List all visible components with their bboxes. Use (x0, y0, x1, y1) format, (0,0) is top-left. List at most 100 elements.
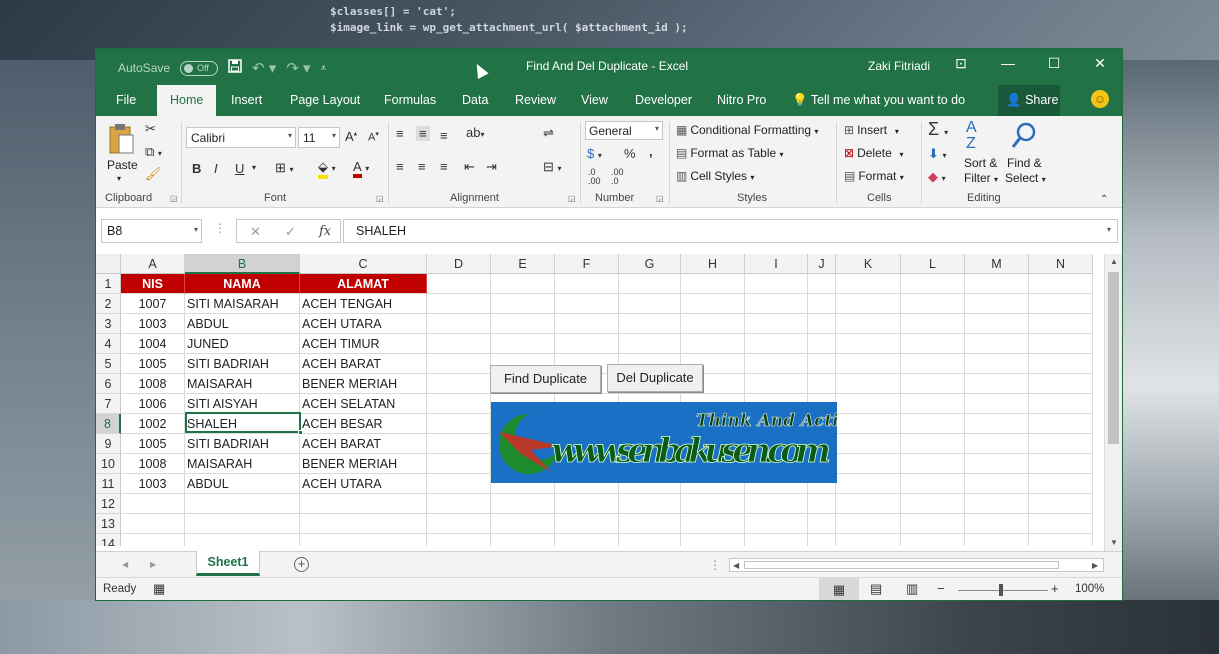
column-header-b[interactable]: B (185, 254, 300, 274)
cell-k11[interactable] (836, 474, 901, 494)
table-cell[interactable]: ACEH UTARA (300, 314, 427, 334)
column-header-n[interactable]: N (1029, 254, 1093, 274)
minimize-icon[interactable]: — (993, 55, 1023, 71)
cell-d5[interactable] (427, 354, 491, 374)
decrease-indent-icon[interactable]: ⇤ (464, 159, 475, 175)
formula-input[interactable]: SHALEH ▾ (343, 219, 1118, 243)
tab-review[interactable]: Review (515, 93, 556, 107)
table-cell[interactable]: SITI BADRIAH (185, 354, 300, 374)
zoom-slider-knob[interactable] (999, 584, 1003, 596)
zoom-out-icon[interactable]: − (937, 581, 945, 596)
cell-j2[interactable] (808, 294, 836, 314)
tab-split-icon[interactable]: ⋮ (709, 558, 721, 572)
fill-icon[interactable]: ⬇ ▾ (928, 146, 947, 162)
increase-font-icon[interactable]: A▴ (345, 129, 357, 144)
cell-l4[interactable] (901, 334, 965, 354)
cell-l8[interactable] (901, 414, 965, 434)
cell-d13[interactable] (427, 514, 491, 534)
cell-j14[interactable] (808, 534, 836, 546)
cell-n9[interactable] (1029, 434, 1093, 454)
cell-m2[interactable] (965, 294, 1029, 314)
increase-indent-icon[interactable]: ⇥ (486, 159, 497, 175)
cell-e13[interactable] (491, 514, 555, 534)
del-duplicate-button[interactable]: Del Duplicate (607, 364, 703, 392)
horizontal-scrollbar[interactable]: ◀ ▶ (729, 558, 1104, 572)
cell-i1[interactable] (745, 274, 808, 294)
font-size-select[interactable]: 11 ▾ (298, 127, 340, 148)
table-cell[interactable]: MAISARAH (185, 454, 300, 474)
table-header-nama[interactable]: NAMA (185, 274, 300, 294)
cell-b13[interactable] (185, 514, 300, 534)
table-cell[interactable]: MAISARAH (185, 374, 300, 394)
column-header-h[interactable]: H (681, 254, 745, 274)
cell-e4[interactable] (491, 334, 555, 354)
table-cell[interactable]: ACEH TENGAH (300, 294, 427, 314)
sheet-tab-sheet1[interactable]: Sheet1 (196, 551, 260, 576)
worksheet-grid[interactable]: ABCDEFGHIJKLMN 1 2 3 4 5 6 7 8 9 10 11 12 13 14 NIS NA… (96, 254, 1104, 546)
table-cell[interactable]: SITI BADRIAH (185, 434, 300, 454)
column-header-m[interactable]: M (965, 254, 1029, 274)
cell-a14[interactable] (121, 534, 185, 546)
cell-d12[interactable] (427, 494, 491, 514)
feedback-smiley-icon[interactable]: ☺ (1091, 90, 1109, 108)
cell-l3[interactable] (901, 314, 965, 334)
cell-j3[interactable] (808, 314, 836, 334)
cell-h2[interactable] (681, 294, 745, 314)
prev-sheet-icon[interactable]: ◀ (122, 560, 128, 569)
table-header-alamat[interactable]: ALAMAT (300, 274, 427, 294)
cell-styles-button[interactable]: ▥ Cell Styles ▾ (676, 169, 754, 183)
decrease-decimal-icon[interactable]: .00.0 (611, 168, 624, 186)
fill-color-icon[interactable]: ⬙ ▾ (318, 159, 336, 179)
cell-f4[interactable] (555, 334, 619, 354)
tab-insert[interactable]: Insert (231, 93, 262, 107)
cell-a12[interactable] (121, 494, 185, 514)
tell-me-search[interactable]: 💡 Tell me what you want to do (792, 93, 965, 108)
macro-record-icon[interactable]: ▦ (153, 581, 165, 597)
cell-d10[interactable] (427, 454, 491, 474)
cell-m14[interactable] (965, 534, 1029, 546)
percent-style-button[interactable]: % (624, 146, 636, 161)
cell-k3[interactable] (836, 314, 901, 334)
paste-button[interactable]: Paste (107, 158, 138, 172)
enter-icon[interactable]: ✓ (285, 224, 296, 240)
cell-i13[interactable] (745, 514, 808, 534)
tab-formulas[interactable]: Formulas (384, 93, 436, 107)
cell-j1[interactable] (808, 274, 836, 294)
scroll-left-icon[interactable]: ◀ (733, 561, 739, 570)
sort-filter-button-2[interactable]: Filter ▾ (964, 171, 998, 185)
table-cell[interactable]: 1008 (121, 374, 185, 394)
insert-function-button[interactable]: fx (319, 224, 331, 239)
cell-f13[interactable] (555, 514, 619, 534)
cell-n10[interactable] (1029, 454, 1093, 474)
conditional-formatting-button[interactable]: ▦ Conditional Formatting ▾ (676, 123, 818, 137)
cell-m12[interactable] (965, 494, 1029, 514)
redo-icon[interactable]: ↷ ▾ (286, 59, 310, 77)
column-header-f[interactable]: F (555, 254, 619, 274)
row-header-4[interactable]: 4 (96, 334, 121, 354)
cell-k10[interactable] (836, 454, 901, 474)
select-all-corner[interactable] (96, 254, 121, 274)
cell-n14[interactable] (1029, 534, 1093, 546)
cell-n12[interactable] (1029, 494, 1093, 514)
column-header-l[interactable]: L (901, 254, 965, 274)
cell-i6[interactable] (745, 374, 808, 394)
cell-i14[interactable] (745, 534, 808, 546)
cell-m13[interactable] (965, 514, 1029, 534)
underline-dropdown-icon[interactable]: ▾ (252, 163, 256, 172)
increase-decimal-icon[interactable]: .0.00 (588, 168, 601, 186)
cell-j5[interactable] (808, 354, 836, 374)
cell-n4[interactable] (1029, 334, 1093, 354)
cell-h12[interactable] (681, 494, 745, 514)
column-header-g[interactable]: G (619, 254, 681, 274)
cell-m11[interactable] (965, 474, 1029, 494)
italic-button[interactable]: I (214, 161, 218, 176)
share-button[interactable]: 👤 Share (998, 85, 1060, 116)
horizontal-scroll-thumb[interactable] (744, 561, 1059, 569)
cell-g13[interactable] (619, 514, 681, 534)
find-select-icon[interactable] (1010, 121, 1038, 154)
cell-n5[interactable] (1029, 354, 1093, 374)
cell-m10[interactable] (965, 454, 1029, 474)
cell-c13[interactable] (300, 514, 427, 534)
comma-style-button[interactable]: , (649, 144, 653, 159)
wrap-text-icon[interactable]: ⇌ (543, 125, 554, 141)
